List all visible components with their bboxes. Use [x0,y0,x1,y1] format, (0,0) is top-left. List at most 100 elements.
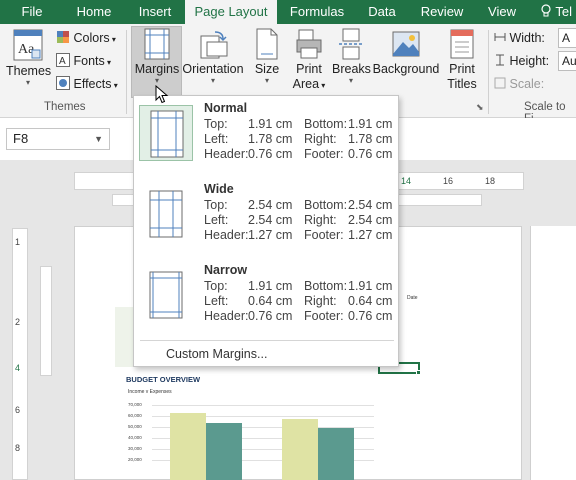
width-control[interactable]: Width: [494,30,545,46]
label-footer: Footer: [304,309,344,323]
label-left: Left: [204,213,229,227]
name-box[interactable]: F8 ▼ [6,128,110,150]
label-top: Top: [204,117,228,131]
fonts-icon: A [56,53,70,67]
date-label: Date [407,295,418,301]
margin-option-narrow[interactable]: Narrow Top: 1.91 cm Bottom: 1.91 cm Left… [136,260,396,338]
breaks-label: Breaks [332,62,371,76]
label-left: Left: [204,294,229,308]
label-footer: Footer: [304,147,344,161]
value-header: 0.76 cm [248,147,293,161]
fill-handle[interactable] [416,370,421,375]
height-label: Height: [509,54,550,68]
ribbon-tab-bar: File Home Insert Page Layout Formulas Da… [0,0,576,24]
chevron-down-icon: ▾ [264,76,269,85]
margin-row-top: Top: 1.91 cm Bottom: 1.91 cm [204,117,404,132]
orientation-label: Orientation [182,62,244,76]
label-bottom: Bottom: [304,279,348,293]
value-footer: 0.76 cm [348,309,393,323]
print-area-label-2: Area [292,77,320,91]
svg-text:A: A [59,56,66,67]
row-ruler [40,266,52,376]
fonts-label: Fonts [73,54,105,68]
next-page [530,226,576,480]
value-left: 1.78 cm [248,132,293,146]
chevron-down-icon[interactable]: ▼ [94,129,103,149]
width-icon [494,33,506,41]
value-right: 0.64 cm [348,294,393,308]
print-titles-label-2: Titles [447,77,477,91]
margin-thumbnail [139,267,193,323]
name-box-value: F8 [13,131,29,146]
tab-view[interactable]: View [480,0,524,24]
chevron-down-icon: ▾ [210,76,215,85]
effects-button[interactable]: Effects ▾ [56,76,118,94]
value-top: 2.54 cm [248,198,293,212]
margin-row-top: Top: 1.91 cm Bottom: 1.91 cm [204,279,404,294]
tab-insert[interactable]: Insert [128,0,182,24]
margin-row-left: Left: 0.64 cm Right: 0.64 cm [204,294,404,309]
group-divider [488,30,489,114]
label-right: Right: [304,132,337,146]
breaks-button[interactable]: Breaks ▾ [332,28,371,85]
print-area-label-1: Print [296,62,322,76]
margins-icon [144,28,170,60]
print-area-button[interactable]: Print Area ▾ [290,28,328,93]
height-select[interactable]: Au [558,51,576,71]
tab-file[interactable]: File [10,0,54,24]
margin-thumbnail [139,186,193,242]
custom-margins-item[interactable]: Custom Margins... [166,347,267,361]
orientation-button[interactable]: Orientation ▾ [182,28,244,85]
label-header: Header: [204,309,249,323]
value-bottom: 1.91 cm [348,117,393,131]
print-titles-button[interactable]: Print Titles [442,28,482,92]
chart-title: BUDGET OVERVIEW [126,375,201,384]
margin-option-title: Wide [204,182,234,196]
label-footer: Footer: [304,228,344,242]
fonts-button[interactable]: A Fonts ▾ [56,53,111,71]
tab-home[interactable]: Home [70,0,118,24]
dialog-launcher-icon[interactable]: ⬊ [476,102,484,113]
ruler-number: 8 [15,443,21,453]
mouse-pointer-icon [155,85,169,104]
label-right: Right: [304,294,337,308]
orientation-icon [200,31,228,59]
value-right: 2.54 cm [348,213,393,227]
colors-label: Colors [73,31,110,45]
vertical-ruler: 1 2 4 6 8 [12,228,28,480]
tab-formulas[interactable]: Formulas [283,0,351,24]
size-button[interactable]: Size ▾ [250,28,284,85]
margin-row-left: Left: 1.78 cm Right: 1.78 cm [204,132,404,147]
label-right: Right: [304,213,337,227]
ruler-number: 2 [15,317,21,327]
width-select[interactable]: A [558,28,576,48]
menu-divider [140,340,394,341]
tell-me[interactable]: Tel [540,0,572,24]
tab-data[interactable]: Data [360,0,404,24]
colors-button[interactable]: Colors ▾ [56,30,116,48]
margin-option-wide[interactable]: Wide Top: 2.54 cm Bottom: 2.54 cm Left: … [136,179,396,257]
print-titles-icon [450,29,474,59]
grid-line [152,405,374,406]
label-bottom: Bottom: [304,198,348,212]
y-tick-label: 40,000 [128,435,142,440]
label-top: Top: [204,279,228,293]
background-label: Background [372,62,440,76]
margin-thumbnail [139,105,193,161]
height-control[interactable]: Height: [494,53,549,69]
background-button[interactable]: Background [372,28,440,77]
background-image-icon [392,31,420,57]
margin-row-header: Header: 0.76 cm Footer: 0.76 cm [204,309,404,324]
themes-button[interactable]: Aa Themes ▾ [6,28,51,87]
margin-option-normal[interactable]: Normal Top: 1.91 cm Bottom: 1.91 cm Left… [136,98,396,176]
value-right: 1.78 cm [348,132,393,146]
page-size-icon [256,28,278,60]
margins-button[interactable]: Margins ▾ [132,28,182,85]
ruler-number: 18 [485,176,496,186]
tab-review[interactable]: Review [414,0,470,24]
breaks-icon [339,28,363,60]
ruler-number: 1 [15,237,21,247]
margin-row-left: Left: 2.54 cm Right: 2.54 cm [204,213,404,228]
label-bottom: Bottom: [304,117,348,131]
tab-page-layout[interactable]: Page Layout [185,0,277,24]
